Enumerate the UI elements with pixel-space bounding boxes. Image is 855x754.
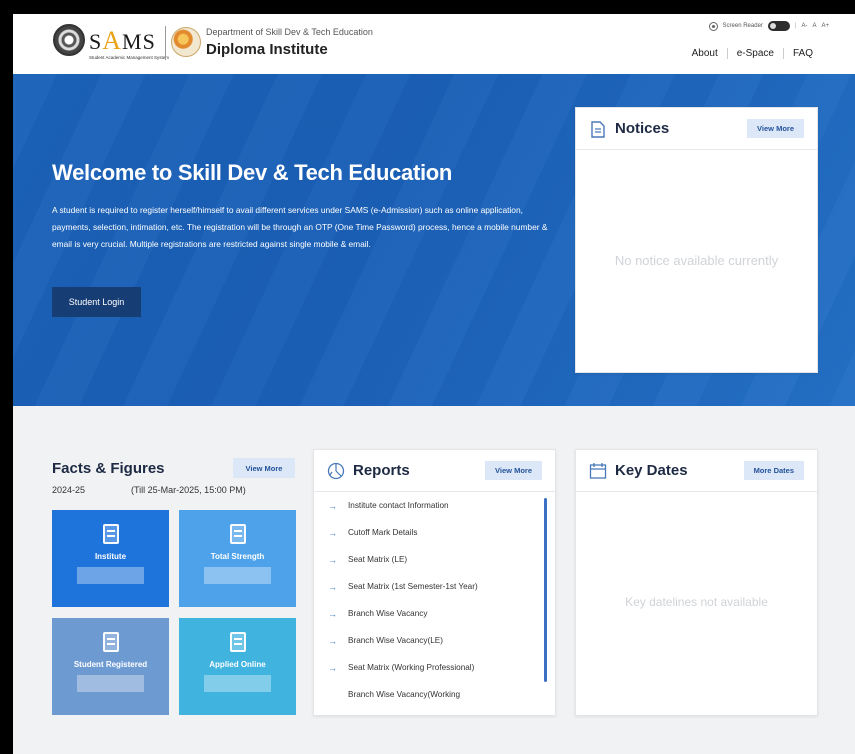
- notices-title: Notices: [615, 120, 670, 137]
- reports-icon: [327, 462, 345, 480]
- notices-view-more-button[interactable]: View More: [747, 119, 804, 138]
- tile-value-placeholder: [204, 567, 271, 584]
- tile-value-placeholder: [77, 675, 144, 692]
- nav-e-space[interactable]: e-Space: [726, 48, 783, 59]
- arrow-right-icon: →: [328, 500, 337, 511]
- report-item[interactable]: → Institute contact Information: [314, 492, 555, 519]
- arrow-right-icon: →: [328, 608, 337, 619]
- application-icon: [229, 632, 246, 652]
- key-dates-empty-message: Key datelines not available: [625, 595, 768, 609]
- hero-description: A student is required to register hersel…: [52, 205, 548, 249]
- reports-view-more-button[interactable]: View More: [485, 461, 542, 480]
- report-item[interactable]: → Seat Matrix (1st Semester-1st Year): [314, 573, 555, 600]
- nav-about[interactable]: About: [683, 48, 727, 59]
- tile-value-placeholder: [77, 567, 144, 584]
- arrow-right-icon: →: [328, 554, 337, 565]
- tile-applied-online[interactable]: Applied Online: [179, 618, 296, 715]
- state-emblem-icon: [53, 24, 85, 56]
- calendar-icon: [589, 462, 607, 480]
- more-dates-button[interactable]: More Dates: [743, 461, 804, 480]
- page-frame: SAMS Student Academic Management System …: [13, 14, 855, 754]
- key-dates-card: Key Dates More Dates Key datelines not a…: [575, 449, 818, 716]
- report-item[interactable]: → Branch Wise Vacancy(LE): [314, 627, 555, 654]
- report-item[interactable]: Branch Wise Vacancy(Working: [314, 681, 555, 708]
- reports-scrollbar[interactable]: [544, 498, 547, 682]
- arrow-right-icon: →: [328, 527, 337, 538]
- arrow-right-icon: →: [328, 581, 337, 592]
- report-item[interactable]: → Branch Wise Vacancy: [314, 600, 555, 627]
- department-name: Department of Skill Dev & Tech Education: [206, 27, 373, 37]
- reports-card: Reports View More → Institute contact Inf…: [313, 449, 556, 716]
- notices-empty-message: No notice available currently: [614, 253, 779, 268]
- report-item[interactable]: → Seat Matrix (Working Professional): [314, 654, 555, 681]
- tile-value-placeholder: [204, 675, 271, 692]
- institute-name: Diploma Institute: [206, 41, 328, 58]
- arrow-right-icon: →: [328, 662, 337, 673]
- tile-label: Applied Online: [209, 660, 266, 669]
- screen-reader-label[interactable]: Screen Reader: [723, 23, 763, 29]
- tile-label: Institute: [94, 552, 127, 561]
- tile-label: Total Strength: [210, 552, 265, 561]
- tile-institute[interactable]: Institute: [52, 510, 169, 607]
- font-decrease-button[interactable]: A-: [801, 23, 807, 29]
- notices-header: Notices View More: [576, 108, 817, 150]
- site-header: SAMS Student Academic Management System …: [13, 14, 855, 74]
- building-icon: [102, 524, 119, 544]
- tile-label: Student Registered: [73, 660, 148, 669]
- students-icon: [229, 524, 246, 544]
- document-icon: [589, 120, 607, 138]
- top-nav: About e-Space FAQ: [683, 48, 822, 59]
- contrast-toggle[interactable]: [767, 21, 790, 31]
- sams-logo[interactable]: SAMS: [89, 26, 156, 56]
- facts-view-more-button[interactable]: View More: [233, 458, 295, 478]
- sams-tagline: Student Academic Management System: [89, 55, 170, 60]
- key-dates-title: Key Dates: [615, 462, 688, 479]
- facts-title: Facts & Figures: [52, 460, 165, 477]
- report-item[interactable]: → Seat Matrix (LE): [314, 546, 555, 573]
- tile-student-registered[interactable]: Student Registered: [52, 618, 169, 715]
- nav-faq[interactable]: FAQ: [782, 48, 822, 59]
- reports-title: Reports: [353, 462, 410, 479]
- arrow-right-icon: →: [328, 635, 337, 646]
- facts-updated-time: (Till 25-Mar-2025, 15:00 PM): [131, 485, 246, 495]
- accessibility-bar: Screen Reader | A- A A+: [708, 21, 829, 31]
- key-dates-header: Key Dates More Dates: [576, 450, 817, 492]
- registration-icon: [102, 632, 119, 652]
- facts-year: 2024-25: [52, 485, 86, 495]
- department-logo-icon: [171, 27, 201, 57]
- logo-divider: [165, 26, 166, 60]
- tile-total-strength[interactable]: Total Strength: [179, 510, 296, 607]
- reports-list[interactable]: → Institute contact Information → Cutoff M…: [314, 492, 555, 717]
- font-increase-button[interactable]: A+: [821, 23, 829, 29]
- screen-reader-icon: [708, 21, 718, 31]
- report-item[interactable]: → Cutoff Mark Details: [314, 519, 555, 546]
- student-login-button[interactable]: Student Login: [52, 287, 141, 317]
- notices-card: Notices View More No notice available cu…: [575, 107, 818, 373]
- font-normal-button[interactable]: A: [812, 23, 816, 29]
- hero-title: Welcome to Skill Dev & Tech Education: [52, 160, 453, 185]
- reports-header: Reports View More: [314, 450, 555, 492]
